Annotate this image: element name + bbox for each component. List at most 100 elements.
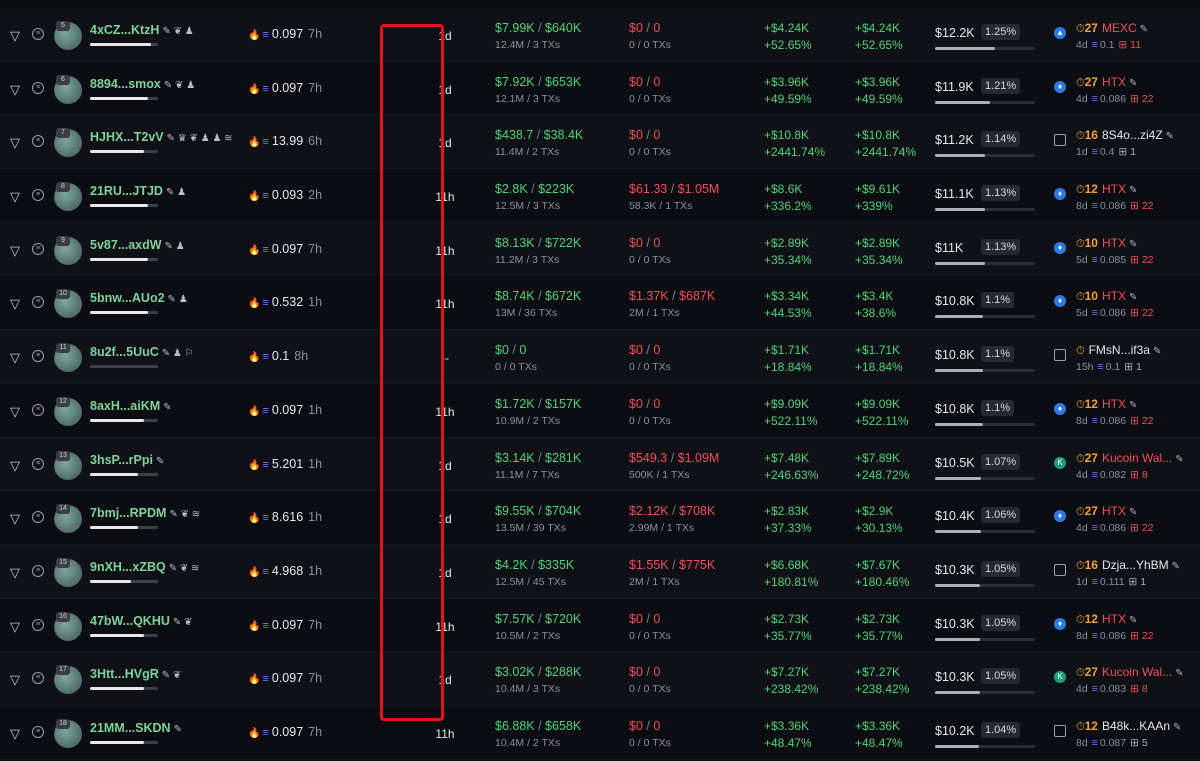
- table-row[interactable]: ▽ ≡ 14 7bmj...RPDM ✎ ❦ ≋ 🔥 ≡ 8.616 1h 1d $9.…: [0, 491, 1200, 545]
- bought-cell: $438.7 / $38.4K 11.4M / 2 TXs: [495, 128, 584, 159]
- wallet-address-link[interactable]: 21RU...JTJD ✎ ♟: [90, 184, 186, 198]
- funding-source[interactable]: HTX: [1102, 289, 1126, 303]
- funding-source[interactable]: Kucoin Wal...: [1102, 665, 1172, 679]
- total-pnl-percent: +35.34%: [855, 252, 903, 267]
- funding-source[interactable]: HTX: [1102, 236, 1126, 250]
- funding-source[interactable]: HTX: [1102, 504, 1126, 518]
- edit-icon[interactable]: ✎: [1140, 24, 1148, 35]
- filter-icon[interactable]: ▽: [10, 350, 20, 366]
- menu-icon[interactable]: ≡: [32, 457, 44, 470]
- edit-icon[interactable]: ✎: [1172, 561, 1180, 572]
- wallet-address-link[interactable]: HJHX...T2vV ✎ ♛ ❦ ♟ ♟ ≋: [90, 130, 233, 144]
- menu-icon[interactable]: ≡: [32, 81, 44, 94]
- edit-icon[interactable]: ✎: [1129, 615, 1137, 626]
- funding-age: 1d: [1076, 575, 1088, 588]
- filter-icon[interactable]: ▽: [10, 135, 20, 151]
- table-row[interactable]: ▽ ≡ 7 HJHX...T2vV ✎ ♛ ❦ ♟ ♟ ≋ 🔥 ≡ 13.99 6h 1…: [0, 115, 1200, 170]
- wallet-address-link[interactable]: 4xCZ...KtzH ✎ ❦ ♟: [90, 23, 194, 37]
- table-row[interactable]: ▽ ≡ 11 8u2f...5UuC ✎ ♟ ⚐ 🔥 ≡ 0.1 8h -- $0 / …: [0, 330, 1200, 384]
- edit-icon[interactable]: ✎: [1175, 668, 1183, 679]
- bought-cell: $8.74K / $672K 13M / 36 TXs: [495, 289, 582, 320]
- total-pnl-usd: +$10.8K: [855, 128, 901, 143]
- edit-icon[interactable]: ✎: [1129, 400, 1137, 411]
- funding-source[interactable]: MEXC: [1102, 21, 1137, 35]
- filter-icon[interactable]: ▽: [10, 619, 20, 635]
- sold-detail: 0 / 0 TXs: [629, 92, 671, 105]
- funding-tx-count: ⊞ 1: [1124, 361, 1142, 374]
- edit-icon[interactable]: ✎: [1173, 722, 1181, 733]
- filter-icon[interactable]: ▽: [10, 672, 20, 688]
- filter-icon[interactable]: ▽: [10, 28, 20, 44]
- menu-icon[interactable]: ≡: [32, 296, 44, 309]
- funding-source[interactable]: HTX: [1102, 75, 1126, 89]
- menu-icon[interactable]: ≡: [32, 618, 44, 631]
- wallet-address-link[interactable]: 5v87...axdW ✎ ♟: [90, 238, 185, 252]
- menu-icon[interactable]: ≡: [32, 511, 44, 524]
- filter-icon[interactable]: ▽: [10, 189, 20, 205]
- table-row[interactable]: ▽ ≡ 16 47bW...QKHU ✎ ❦ 🔥 ≡ 0.097 7h 11h $7.5…: [0, 598, 1200, 653]
- table-row[interactable]: ▽ ≡ 8 21RU...JTJD ✎ ♟ 🔥 ≡ 0.093 2h 11h $2.8K…: [0, 169, 1200, 223]
- filter-icon[interactable]: ▽: [10, 458, 20, 474]
- funding-source[interactable]: B48k...KAAn: [1102, 719, 1170, 733]
- table-row[interactable]: ▽ ≡ 17 3Htt...HVgR ✎ ❦ 🔥 ≡ 0.097 7h 1d $3.02…: [0, 652, 1200, 706]
- wallet-address-link[interactable]: 47bW...QKHU ✎ ❦: [90, 614, 192, 628]
- table-row[interactable]: ▽ ≡ 10 5bnw...AUo2 ✎ ♟ 🔥 ≡ 0.532 1h 11h $8.7…: [0, 276, 1200, 331]
- funding-tx-count: ⊞ 22: [1130, 92, 1154, 105]
- funding-tx-count: ⊞ 8: [1130, 683, 1148, 696]
- edit-icon[interactable]: ✎: [1129, 507, 1137, 518]
- funding-source[interactable]: 8S4o...zi4Z: [1102, 128, 1163, 142]
- edit-icon[interactable]: ✎: [1129, 185, 1137, 196]
- funding-source[interactable]: HTX: [1102, 397, 1126, 411]
- menu-icon[interactable]: ≡: [32, 672, 44, 685]
- wallet-address-link[interactable]: 8u2f...5UuC ✎ ♟ ⚐: [90, 345, 194, 359]
- filter-icon[interactable]: ▽: [10, 296, 20, 312]
- menu-icon[interactable]: ≡: [32, 242, 44, 255]
- menu-icon[interactable]: ≡: [32, 564, 44, 577]
- filter-icon[interactable]: ▽: [10, 511, 20, 527]
- wallet-address-link[interactable]: 8894...smox ✎ ❦ ♟: [90, 77, 195, 91]
- hold-duration-cell: 11h: [380, 276, 454, 329]
- funding-source[interactable]: FMsN...if3a: [1089, 343, 1150, 357]
- edit-icon[interactable]: ✎: [1153, 346, 1161, 357]
- chain-icon: 🔥: [248, 727, 261, 739]
- edit-icon[interactable]: ✎: [1129, 292, 1137, 303]
- table-row[interactable]: ▽ ≡ 5 4xCZ...KtzH ✎ ❦ ♟ 🔥 ≡ 0.097 7h 1d $7.9…: [0, 8, 1200, 62]
- funding-source[interactable]: HTX: [1102, 182, 1126, 196]
- wallet-address-link[interactable]: 3hsP...rPpi ✎: [90, 453, 164, 467]
- menu-icon[interactable]: ≡: [32, 28, 44, 40]
- balance-cell: 🔥 ≡ 0.097 7h: [248, 706, 368, 759]
- filter-icon[interactable]: ▽: [10, 82, 20, 98]
- edit-icon[interactable]: ✎: [1129, 239, 1137, 250]
- funding-source[interactable]: Dzja...YhBM: [1102, 558, 1169, 572]
- wallet-address-link[interactable]: 7bmj...RPDM ✎ ❦ ≋: [90, 506, 200, 520]
- sol-icon: ≡: [262, 297, 269, 310]
- clock-icon: ⏱: [1076, 130, 1085, 143]
- wallet-address-link[interactable]: 9nXH...xZBQ ✎ ❦ ≋: [90, 560, 199, 574]
- table-row[interactable]: ▽ ≡ 6 8894...smox ✎ ❦ ♟ 🔥 ≡ 0.097 7h 1d $7.9…: [0, 61, 1200, 116]
- table-row[interactable]: ▽ ≡ 9 5v87...axdW ✎ ♟ 🔥 ≡ 0.097 7h 11h $8.13…: [0, 222, 1200, 277]
- edit-icon[interactable]: ✎: [1129, 78, 1137, 89]
- table-row[interactable]: ▽ ≡ 18 21MM...SKDN ✎ 🔥 ≡ 0.097 7h 11h $6.88K…: [0, 705, 1200, 760]
- wallet-address-link[interactable]: 21MM...SKDN ✎: [90, 721, 182, 735]
- table-row[interactable]: ▽ ≡ 15 9nXH...xZBQ ✎ ❦ ≋ 🔥 ≡ 4.968 1h 1d $4.…: [0, 544, 1200, 599]
- menu-icon[interactable]: ≡: [32, 350, 44, 363]
- table-row[interactable]: ▽ ≡ 13 3hsP...rPpi ✎ 🔥 ≡ 5.201 1h 1d $3.14K …: [0, 437, 1200, 492]
- wallet-address-link[interactable]: 5bnw...AUo2 ✎ ♟: [90, 291, 188, 305]
- filter-icon[interactable]: ▽: [10, 726, 20, 742]
- last-active-age: 1h: [308, 563, 323, 578]
- wallet-address-link[interactable]: 3Htt...HVgR ✎ ❦: [90, 667, 181, 681]
- edit-icon[interactable]: ✎: [1166, 131, 1174, 142]
- menu-icon[interactable]: ≡: [32, 189, 44, 202]
- bought-usd: $8.74K: [495, 289, 535, 304]
- filter-icon[interactable]: ▽: [10, 565, 20, 581]
- menu-icon[interactable]: ≡: [32, 725, 44, 738]
- funding-source[interactable]: HTX: [1102, 612, 1126, 626]
- filter-icon[interactable]: ▽: [10, 404, 20, 420]
- funding-source[interactable]: Kucoin Wal...: [1102, 451, 1172, 465]
- table-row[interactable]: ▽ ≡ 12 8axH...aiKM ✎ 🔥 ≡ 0.097 1h 11h $1.72K…: [0, 383, 1200, 438]
- edit-icon[interactable]: ✎: [1175, 454, 1183, 465]
- menu-icon[interactable]: ≡: [32, 403, 44, 416]
- wallet-address-link[interactable]: 8axH...aiKM ✎: [90, 399, 172, 413]
- menu-icon[interactable]: ≡: [32, 135, 44, 148]
- filter-icon[interactable]: ▽: [10, 243, 20, 259]
